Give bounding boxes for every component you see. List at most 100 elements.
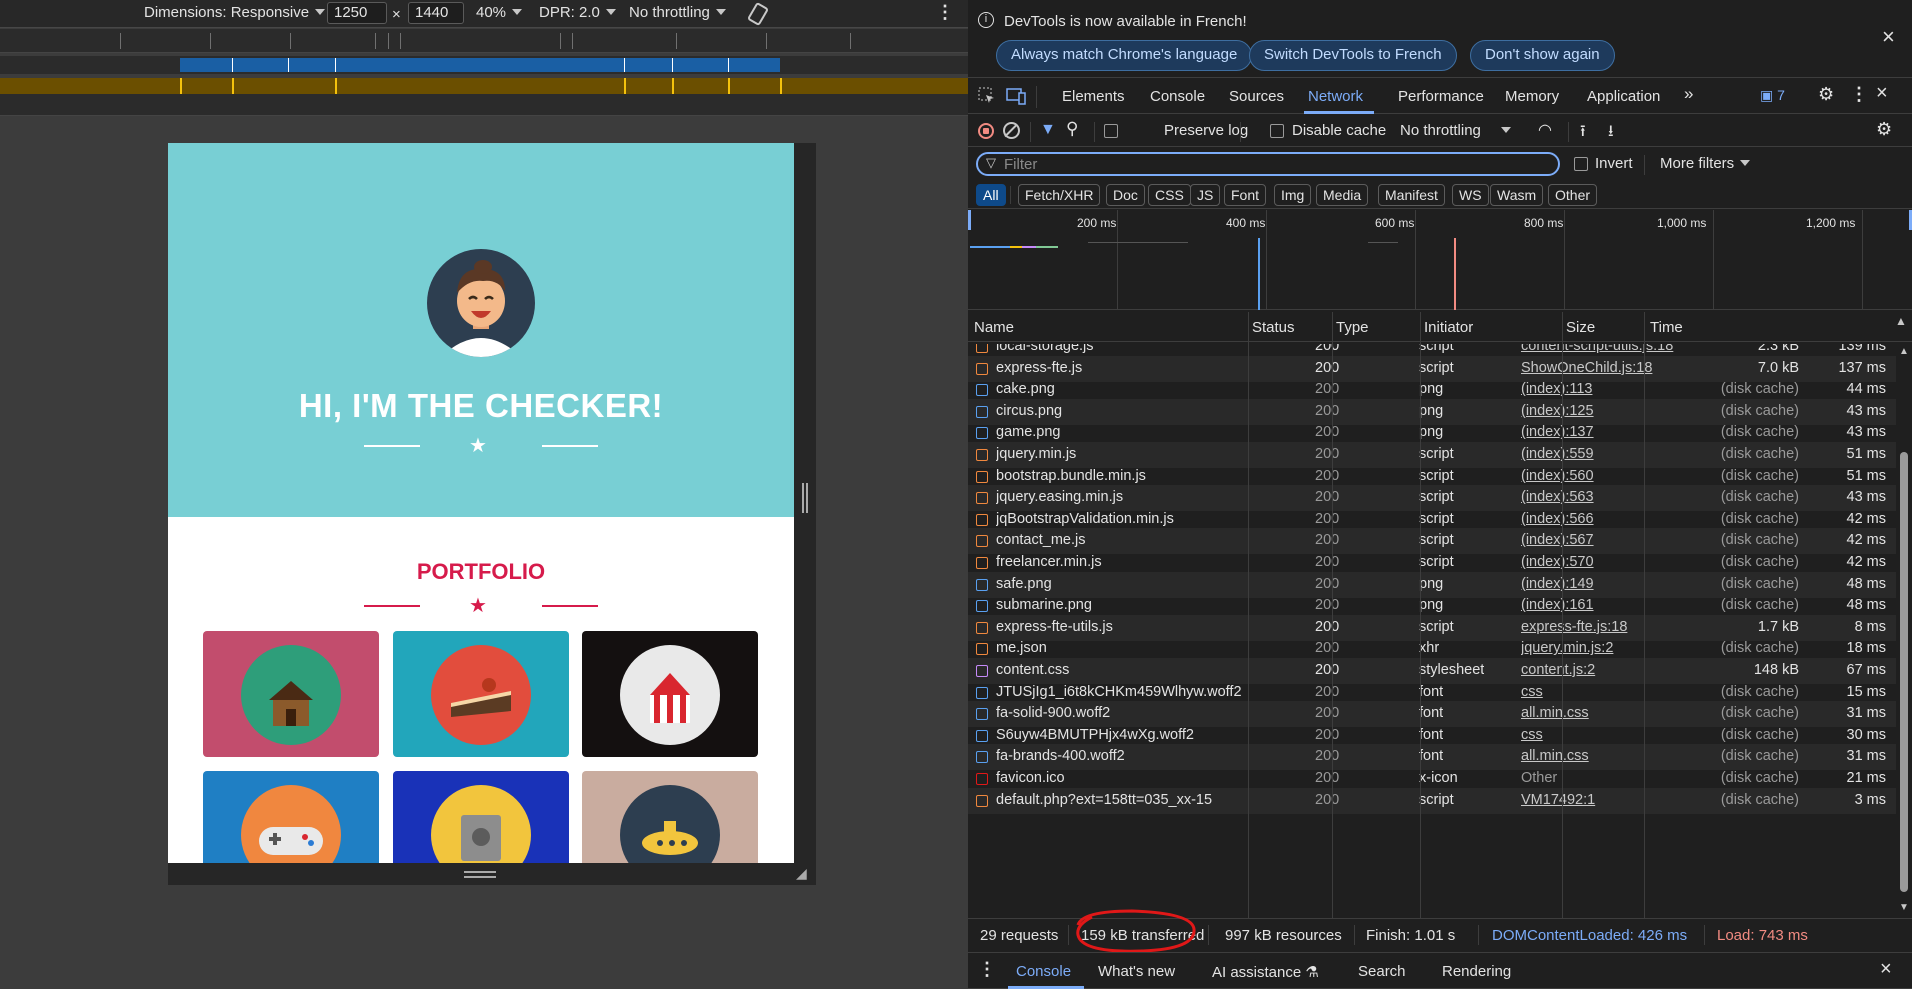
resize-corner-icon[interactable]: ◢	[796, 865, 807, 882]
tab-elements[interactable]: Elements	[1062, 88, 1125, 105]
column-header-time[interactable]: Time	[1650, 319, 1683, 336]
switch-to-french-button[interactable]: Switch DevTools to French	[1249, 40, 1457, 71]
request-initiator[interactable]: express-fte.js:18	[1521, 619, 1696, 635]
drawer-tab-ai-assistance[interactable]: AI assistance ⚗	[1212, 963, 1319, 981]
request-initiator[interactable]: (index):563	[1521, 489, 1696, 505]
column-divider[interactable]	[1332, 312, 1333, 918]
request-initiator[interactable]: VM17492:1	[1521, 792, 1696, 808]
request-initiator[interactable]: (index):566	[1521, 511, 1696, 527]
request-initiator[interactable]: (index):559	[1521, 446, 1696, 462]
type-filter-font[interactable]: Font	[1224, 184, 1267, 206]
overview-handle-left[interactable]	[968, 210, 971, 230]
column-divider[interactable]	[1562, 312, 1563, 918]
rotate-icon[interactable]	[746, 2, 770, 30]
tab-sources[interactable]: Sources	[1229, 88, 1284, 105]
drawer-tab-search[interactable]: Search	[1358, 963, 1406, 980]
more-filters-button[interactable]: More filters	[1660, 155, 1751, 172]
width-input[interactable]: 1250	[327, 2, 387, 24]
more-vert-icon[interactable]: ⋮	[936, 2, 954, 23]
drawer-tab-whats-new[interactable]: What's new	[1098, 963, 1175, 980]
more-vert-icon[interactable]: ⋮	[978, 959, 996, 980]
portfolio-item-safe[interactable]	[393, 771, 569, 863]
invert-checkbox[interactable]	[1574, 157, 1588, 171]
tab-network[interactable]: Network	[1308, 88, 1363, 105]
column-divider[interactable]	[1248, 312, 1249, 918]
wifi-settings-icon[interactable]: ◠	[1538, 120, 1552, 140]
preserve-log-checkbox[interactable]	[1104, 124, 1118, 138]
scrollbar-thumb[interactable]	[1900, 452, 1908, 892]
search-icon[interactable]: ⚲	[1066, 119, 1078, 139]
request-initiator[interactable]: (index):113	[1521, 381, 1696, 397]
dpr-select[interactable]: DPR: 2.0	[539, 4, 616, 21]
request-initiator[interactable]: jquery.min.js:2	[1521, 640, 1696, 656]
download-icon[interactable]: ⭳	[1608, 120, 1614, 147]
drawer-tab-console[interactable]: Console	[1016, 963, 1071, 980]
zoom-select[interactable]: 40%	[476, 4, 523, 21]
close-drawer-icon[interactable]: ×	[1880, 958, 1892, 981]
request-initiator[interactable]: (index):567	[1521, 532, 1696, 548]
close-icon[interactable]: ×	[1882, 24, 1895, 50]
request-initiator[interactable]: css	[1521, 684, 1696, 700]
issues-badge[interactable]: ▣ 7	[1760, 87, 1785, 104]
type-filter-ws[interactable]: WS	[1452, 184, 1489, 206]
table-row[interactable]: default.php?ext=158tt=035_xx-15 200 script…	[968, 787, 1896, 814]
tab-application[interactable]: Application	[1587, 88, 1660, 105]
portfolio-item-circus[interactable]	[582, 631, 758, 757]
type-filter-css[interactable]: CSS	[1148, 184, 1191, 206]
type-filter-manifest[interactable]: Manifest	[1378, 184, 1445, 206]
request-initiator[interactable]: (index):560	[1521, 468, 1696, 484]
request-initiator[interactable]: Other	[1521, 770, 1696, 786]
filter-icon[interactable]: ▼	[1040, 121, 1056, 139]
request-initiator[interactable]: content-script-utils.js:18	[1521, 344, 1696, 354]
network-throttling-select[interactable]: No throttling	[1400, 122, 1511, 139]
column-divider[interactable]	[1644, 312, 1645, 918]
gear-icon[interactable]: ⚙	[1818, 84, 1834, 105]
portfolio-item-submarine[interactable]	[582, 771, 758, 863]
tab-console[interactable]: Console	[1150, 88, 1205, 105]
more-tabs-icon[interactable]: »	[1684, 84, 1693, 104]
column-divider[interactable]	[1420, 312, 1421, 918]
media-query-bar-min[interactable]	[0, 78, 968, 94]
upload-icon[interactable]: ⭱	[1580, 120, 1586, 147]
type-filter-fetch-xhr[interactable]: Fetch/XHR	[1018, 184, 1101, 206]
tab-performance[interactable]: Performance	[1398, 88, 1484, 105]
column-header-type[interactable]: Type	[1336, 319, 1369, 336]
tab-memory[interactable]: Memory	[1505, 88, 1559, 105]
more-vert-icon[interactable]: ⋮	[1850, 84, 1868, 105]
column-header-name[interactable]: Name	[974, 319, 1014, 336]
clear-icon[interactable]	[1003, 122, 1020, 139]
dont-show-again-button[interactable]: Don't show again	[1470, 40, 1615, 71]
throttling-select[interactable]: No throttling	[629, 4, 726, 21]
media-query-bar-max[interactable]	[0, 56, 968, 74]
inspect-element-icon[interactable]	[978, 87, 996, 108]
portfolio-item-cake[interactable]	[393, 631, 569, 757]
portfolio-item-cabin[interactable]	[203, 631, 379, 757]
type-filter-wasm[interactable]: Wasm	[1490, 184, 1544, 206]
portfolio-item-game[interactable]	[203, 771, 379, 863]
network-settings-icon[interactable]: ⚙	[1876, 119, 1892, 140]
type-filter-media[interactable]: Media	[1316, 184, 1369, 206]
type-filter-other[interactable]: Other	[1548, 184, 1598, 206]
request-initiator[interactable]: ShowOneChild.js:18	[1521, 360, 1696, 376]
always-match-language-button[interactable]: Always match Chrome's language	[996, 40, 1253, 71]
request-initiator[interactable]: content.js:2	[1521, 662, 1696, 678]
request-initiator[interactable]: (index):570	[1521, 554, 1696, 570]
close-devtools-icon[interactable]: ×	[1876, 82, 1888, 105]
type-filter-doc[interactable]: Doc	[1106, 184, 1145, 206]
request-initiator[interactable]: (index):161	[1521, 597, 1696, 613]
filter-input[interactable]: ▽ Filter	[976, 152, 1560, 176]
type-filter-js[interactable]: JS	[1190, 184, 1221, 206]
device-toolbar-icon[interactable]	[1006, 87, 1026, 108]
request-initiator[interactable]: css	[1521, 727, 1696, 743]
type-filter-all[interactable]: All	[976, 184, 1006, 206]
column-header-size[interactable]: Size	[1566, 319, 1595, 336]
column-header-status[interactable]: Status	[1252, 319, 1295, 336]
request-initiator[interactable]: (index):137	[1521, 424, 1696, 440]
drawer-tab-rendering[interactable]: Rendering	[1442, 963, 1511, 980]
viewport-resize-handle-right[interactable]	[794, 143, 816, 883]
request-initiator[interactable]: all.min.css	[1521, 748, 1696, 764]
record-icon[interactable]	[978, 123, 994, 139]
network-overview-timeline[interactable]: 200 ms 400 ms 600 ms 800 ms 1,000 ms 1,2…	[968, 210, 1912, 310]
request-initiator[interactable]: (index):125	[1521, 403, 1696, 419]
type-filter-img[interactable]: Img	[1274, 184, 1312, 206]
